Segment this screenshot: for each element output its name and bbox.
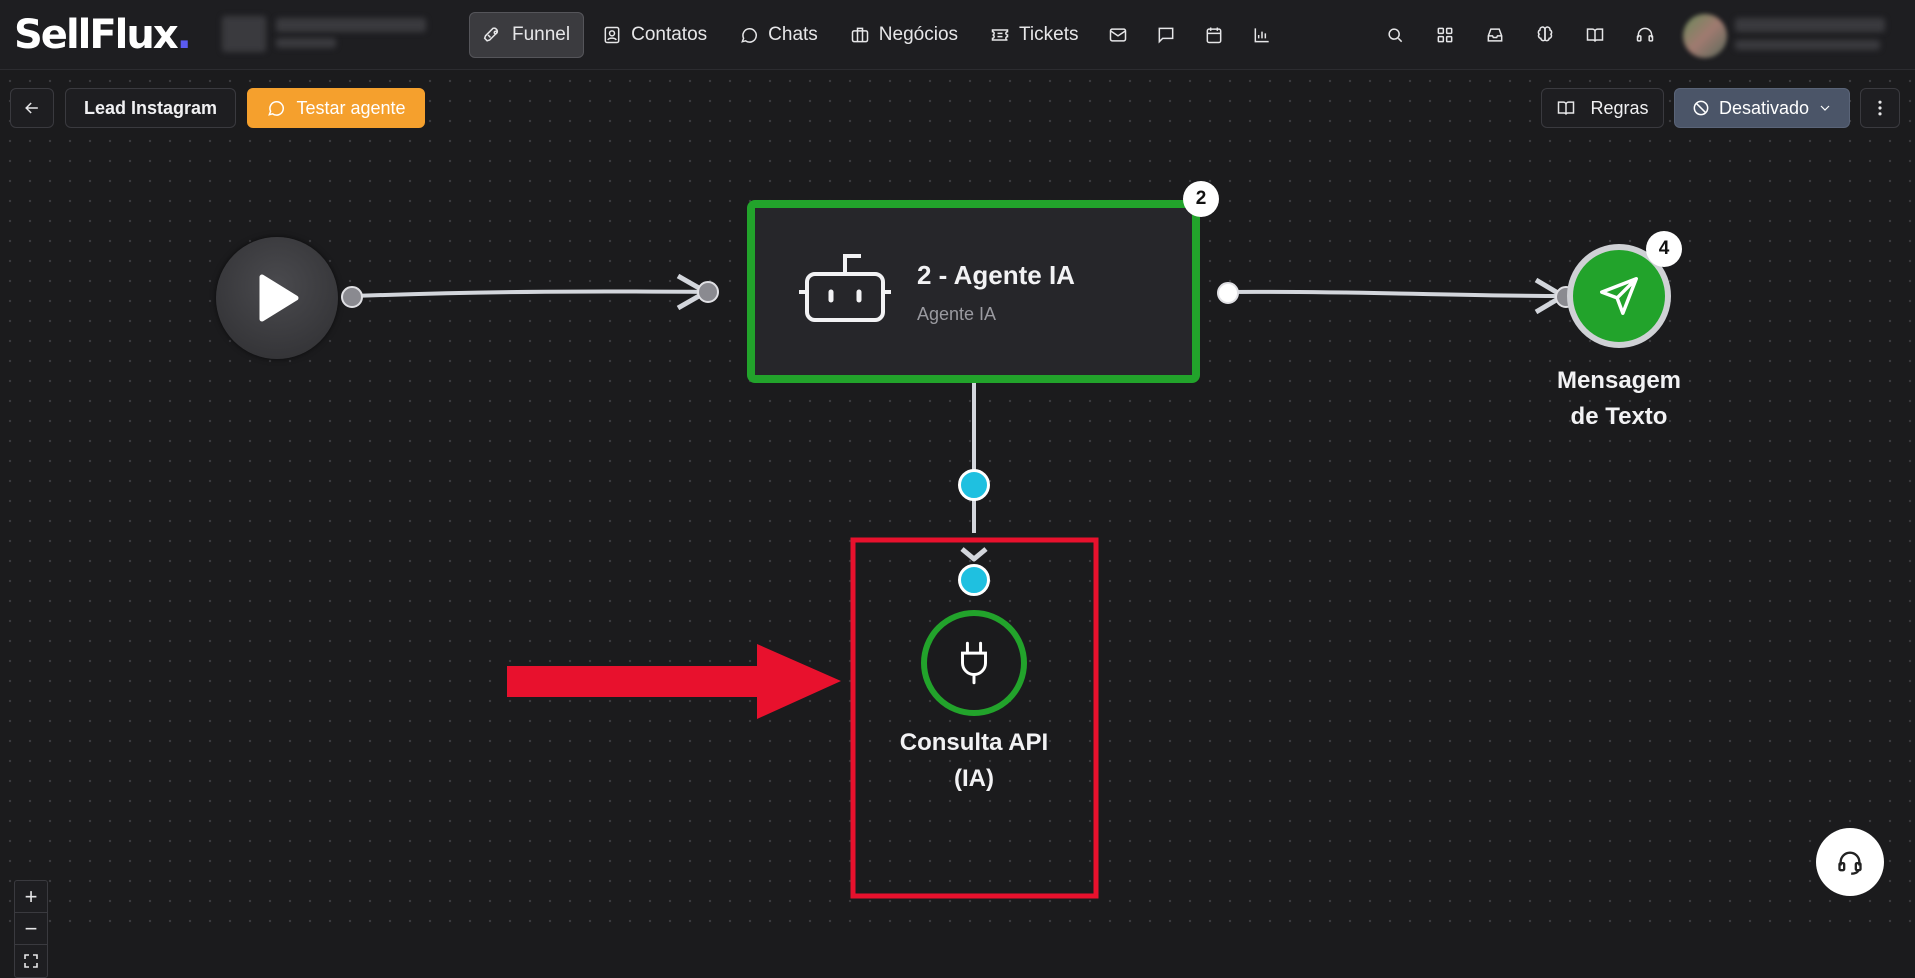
message-node-badge: 4 [1646,231,1682,267]
rules-button[interactable]: Regras [1541,88,1664,128]
start-output-handle[interactable] [341,286,363,308]
nav-funnel[interactable]: Funnel [469,12,585,58]
user-menu[interactable] [1735,16,1895,56]
zoom-out-button[interactable]: − [15,913,47,945]
more-options-button[interactable] [1860,88,1900,128]
message-node-label: Mensagem de Texto [1556,367,1682,430]
agent-ia-node[interactable]: 2 - Agente IA Agente IA [747,200,1200,383]
play-icon [259,274,299,322]
bar-chart-icon [1255,28,1270,43]
mail-icon [1110,28,1127,42]
api-node-label: Consulta API (IA) [899,729,1049,792]
calendar-icon [1207,27,1222,44]
chat-bubble-icon [741,28,758,43]
agent-tool-handle[interactable] [958,469,990,501]
support-button[interactable] [1620,14,1670,56]
nav-tickets[interactable]: Tickets [976,12,1092,58]
user-email-blurred [1735,40,1880,50]
nav-reports[interactable] [1240,12,1284,58]
account-sub-blurred [276,38,336,48]
apps-grid-icon [1437,27,1453,43]
zoom-controls: + − [14,880,48,978]
ban-icon [1693,100,1709,116]
headset-icon [1838,851,1862,875]
send-icon [1600,277,1638,315]
book-open-icon [1558,101,1575,115]
more-vertical-icon [1878,100,1882,116]
back-button[interactable] [10,88,54,128]
nav-negocios[interactable]: Negócios [836,12,972,58]
agent-node-subtitle: Agente IA [917,304,997,324]
agent-node-badge: 2 [1183,181,1219,217]
sellflux-logo[interactable]: SellFlux. [14,12,192,58]
annotation-arrow [507,644,841,719]
help-chat-button[interactable] [1816,828,1884,896]
funnel-name-button[interactable]: Lead Instagram [65,88,236,128]
search-button[interactable] [1370,14,1420,56]
main-nav: Funnel Contatos Chats Negócios Tickets [469,11,1284,59]
ticket-icon [991,29,1009,41]
edge-agent-to-message [1227,289,1566,298]
status-dropdown[interactable]: Desativado [1674,88,1850,128]
agent-node-title: 2 - Agente IA [917,260,1075,290]
briefcase-icon [851,27,869,43]
nav-contatos[interactable]: Contatos [588,12,721,58]
fit-view-button[interactable] [15,945,47,977]
test-agent-button[interactable]: Testar agente [247,88,425,128]
rocket-icon [483,27,499,42]
plug-icon [961,641,987,685]
chat-bubble-icon [268,101,285,116]
docs-button[interactable] [1570,14,1620,56]
ai-brain-button[interactable] [1520,14,1570,56]
nav-mail[interactable] [1096,12,1140,58]
agent-input-handle[interactable] [697,281,719,303]
inbox-icon [1487,28,1503,42]
nav-messages[interactable] [1144,12,1188,58]
header-actions [1370,14,1670,56]
robot-icon [799,254,891,322]
inbox-button[interactable] [1470,14,1520,56]
user-avatar[interactable] [1683,14,1727,58]
message-square-icon [1159,27,1174,44]
zoom-in-button[interactable]: + [15,881,47,913]
apps-button[interactable] [1420,14,1470,56]
agent-output-handle[interactable] [1217,282,1239,304]
flow-canvas[interactable]: 2 - Agente IA Agente IA 2 4 Mensagem de … [0,71,1915,978]
contact-card-icon [604,26,620,44]
edge-start-to-agent [351,289,709,298]
top-navigation-bar: SellFlux. Funnel Contatos Chats Negócios… [0,0,1915,70]
search-icon [1388,28,1403,43]
api-input-handle[interactable] [958,564,990,596]
user-name-blurred [1735,18,1885,32]
headset-icon [1636,27,1654,42]
nav-chats[interactable]: Chats [725,12,832,58]
nav-calendar[interactable] [1192,12,1236,58]
account-name-blurred [276,18,426,32]
book-open-icon [1586,28,1604,42]
account-switcher[interactable] [222,14,437,54]
brain-icon [1537,26,1553,42]
edge-arrow-api [960,547,988,562]
start-node[interactable] [216,237,338,359]
chevron-down-icon [1820,105,1830,111]
account-avatar [222,16,266,52]
consulta-api-node[interactable] [921,610,1027,716]
arrow-left-icon [25,102,38,114]
fit-view-icon [24,954,38,968]
